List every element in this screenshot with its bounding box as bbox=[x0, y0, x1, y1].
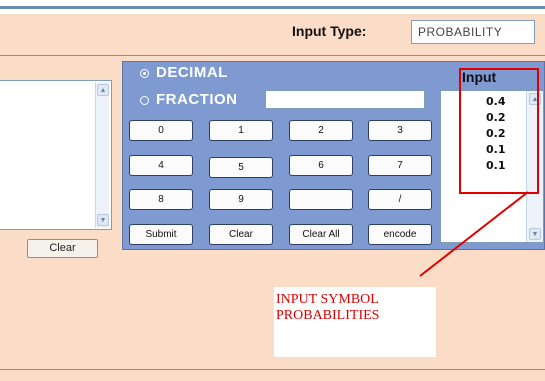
annotation-text: INPUT SYMBOL PROBABILITIES bbox=[276, 292, 379, 324]
annotation-line-2: PROBABILITIES bbox=[276, 308, 380, 323]
bottom-divider bbox=[0, 369, 545, 370]
annotation-line-1: INPUT SYMBOL bbox=[276, 292, 379, 307]
annotation-arrow bbox=[419, 191, 529, 277]
